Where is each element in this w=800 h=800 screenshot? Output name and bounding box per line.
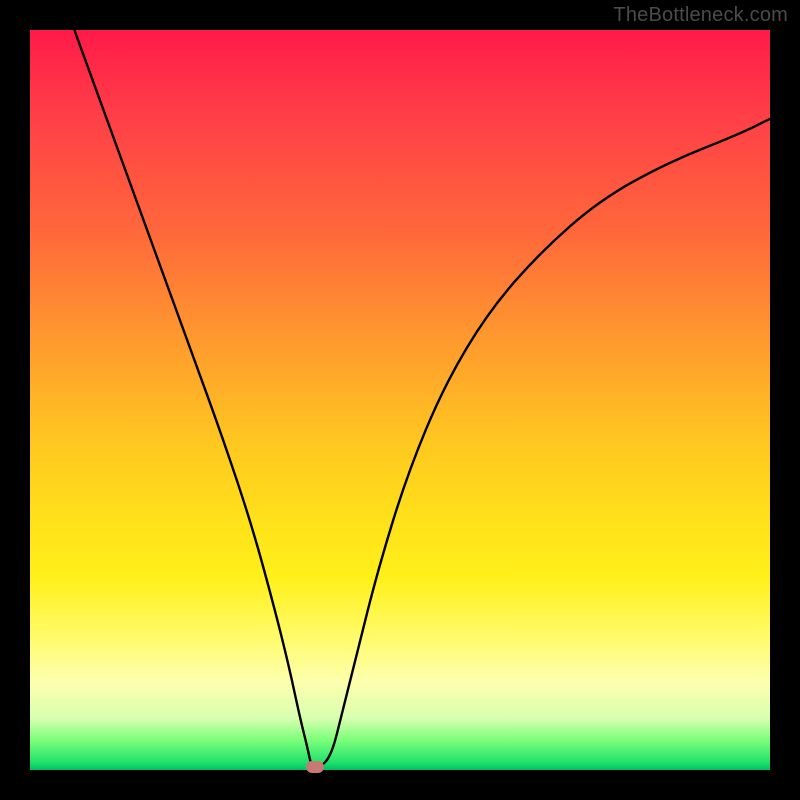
plot-area bbox=[30, 30, 770, 770]
chart-frame: TheBottleneck.com bbox=[0, 0, 800, 800]
optimum-marker bbox=[306, 761, 324, 773]
bottleneck-curve bbox=[30, 30, 770, 770]
watermark-text: TheBottleneck.com bbox=[613, 4, 788, 27]
curve-line bbox=[74, 30, 770, 766]
